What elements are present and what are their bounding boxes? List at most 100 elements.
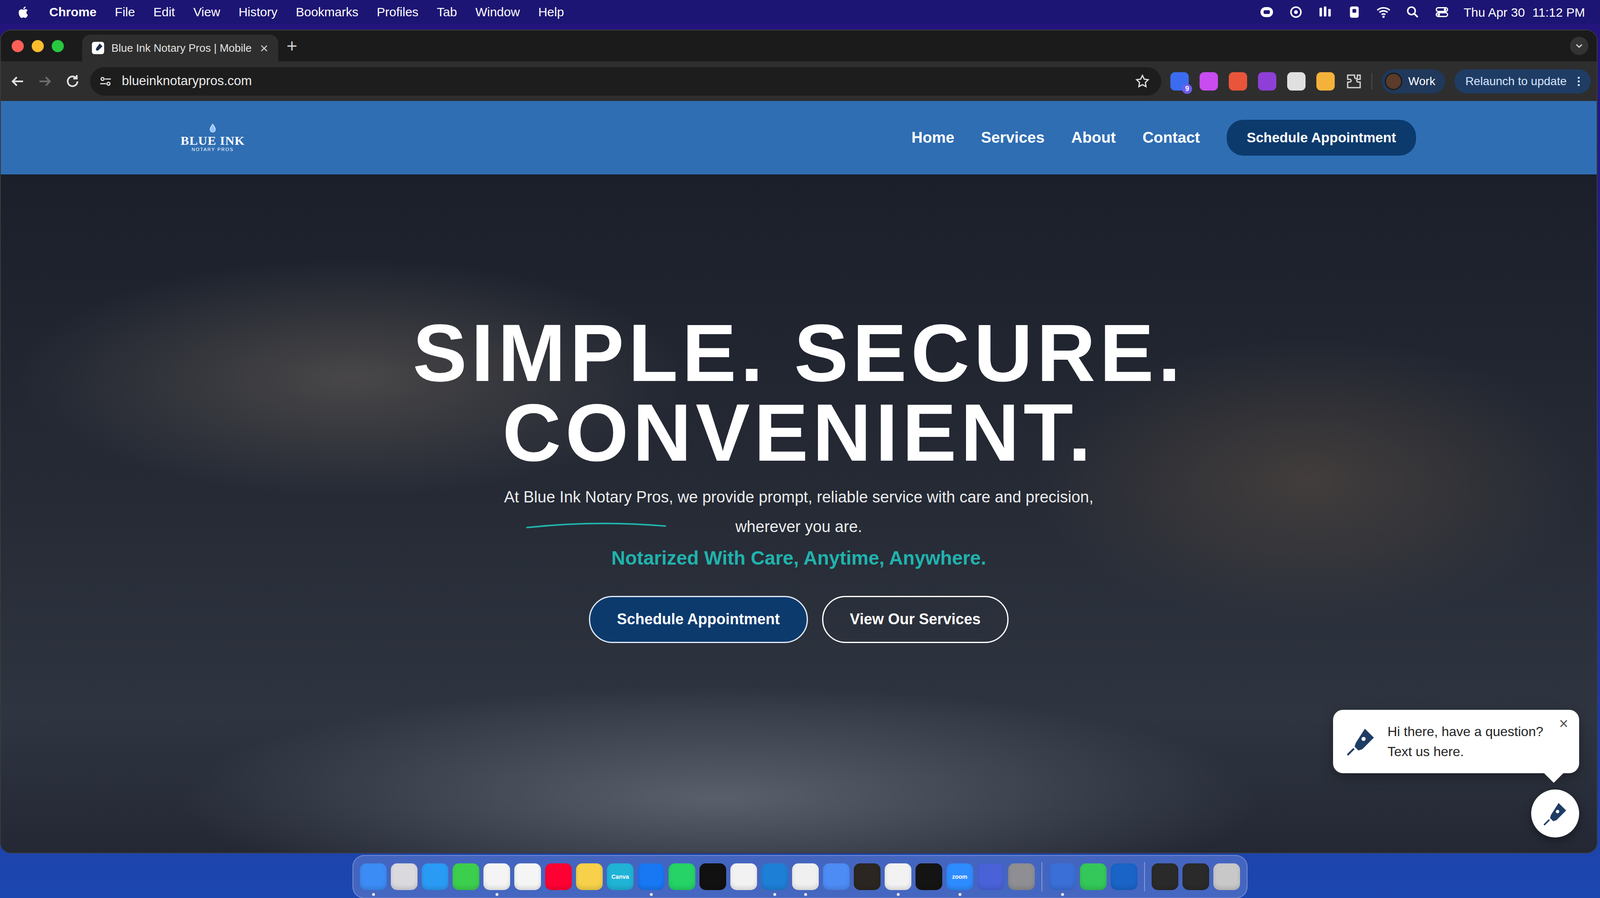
- dock-item: [1182, 854, 1210, 898]
- dock-app-icon[interactable]: Canva: [606, 862, 634, 890]
- more-icon[interactable]: [1572, 75, 1585, 88]
- dock-app-icon[interactable]: zoom: [946, 862, 974, 890]
- dock-app-icon[interactable]: [637, 862, 665, 890]
- minimize-window-button[interactable]: [31, 40, 44, 53]
- search-icon-part-part: [1407, 7, 1416, 15]
- dock-app-icon[interactable]: [483, 862, 511, 890]
- control-center-icon[interactable]: [1434, 4, 1450, 20]
- bookmark-star-icon[interactable]: [1134, 73, 1151, 90]
- navbar-inner: BLUE INKNOTARY PROS Home Services About Cont…: [181, 100, 1417, 175]
- menu-item[interactable]: History: [238, 5, 278, 19]
- chat-close-button[interactable]: ×: [1559, 715, 1569, 732]
- menu-item[interactable]: Window: [475, 5, 521, 19]
- menu-item[interactable]: View: [193, 5, 220, 19]
- brand-text: Blue Ink Notary Pros: [523, 488, 669, 506]
- more-icon-part-part: [1577, 76, 1580, 79]
- back-icon[interactable]: [9, 72, 26, 90]
- dock-app-icon[interactable]: [977, 862, 1004, 890]
- tab-title: Blue Ink Notary Pros | Mobile: [111, 40, 252, 57]
- reload-icon[interactable]: [64, 72, 81, 90]
- dock-app-icon[interactable]: [421, 862, 449, 890]
- dock-app-icon[interactable]: [390, 862, 418, 890]
- zoom-status-icon-part-part: [1263, 10, 1271, 15]
- dock-app-icon[interactable]: [853, 862, 881, 890]
- dock-app-icon[interactable]: [1182, 862, 1210, 890]
- dock-item: [699, 854, 727, 898]
- dock-item: [853, 854, 881, 898]
- control-center-icon-part: [1434, 4, 1450, 20]
- dock-app-icon[interactable]: [514, 862, 541, 890]
- nav-link[interactable]: Home: [911, 125, 955, 150]
- nav-link[interactable]: Contact: [1142, 125, 1200, 150]
- dock-app-icon[interactable]: [545, 862, 572, 890]
- relaunch-button[interactable]: Relaunch to update: [1454, 69, 1591, 94]
- dock-app-icon[interactable]: [576, 862, 603, 890]
- close-window-button[interactable]: [11, 40, 24, 53]
- app-status-icon-part-part: [1319, 7, 1323, 17]
- dock-app-icon[interactable]: [668, 862, 696, 890]
- site-logo[interactable]: BLUE INKNOTARY PROS: [181, 123, 245, 153]
- dock-item: [761, 854, 788, 898]
- schedule-appointment-button[interactable]: Schedule Appointment: [588, 595, 808, 643]
- address-bar[interactable]: blueinknotarypros.com: [90, 67, 1162, 96]
- clock[interactable]: Thu Apr 3011:12 PM: [1463, 2, 1585, 22]
- extension-icon[interactable]: [1316, 72, 1335, 91]
- app-status-icon[interactable]: [1317, 4, 1333, 20]
- dock-app-icon[interactable]: [792, 862, 819, 890]
- browser-tab[interactable]: Blue Ink Notary Pros | Mobile ×: [82, 34, 279, 62]
- profile-button[interactable]: Work: [1381, 69, 1446, 94]
- nav-link[interactable]: Services: [981, 125, 1045, 150]
- dock-app-icon[interactable]: [730, 862, 758, 890]
- chat-pen-icon[interactable]: [1531, 789, 1580, 838]
- dock-separator: [1144, 861, 1145, 891]
- schedule-button[interactable]: Schedule Appointment: [1226, 119, 1417, 156]
- ink-drop-icon-part: [207, 123, 219, 134]
- dock-app-icon[interactable]: [1110, 862, 1138, 890]
- nav-link[interactable]: About: [1071, 125, 1116, 150]
- search-icon[interactable]: [1405, 4, 1421, 20]
- extension-icon[interactable]: [1287, 72, 1306, 91]
- new-tab-button[interactable]: +: [286, 36, 298, 56]
- chatgpt-status-icon[interactable]: [1288, 4, 1304, 20]
- wifi-icon[interactable]: [1376, 4, 1392, 20]
- app-menu[interactable]: Chrome: [49, 5, 97, 19]
- dock-app-icon[interactable]: [1008, 862, 1035, 890]
- dock-app-label: zoom: [952, 872, 968, 881]
- dock-app-icon[interactable]: [1213, 862, 1241, 890]
- menu-item[interactable]: Bookmarks: [295, 5, 359, 19]
- extensions-puzzle-icon[interactable]: [1345, 72, 1363, 90]
- tab-search-icon[interactable]: [1569, 36, 1589, 56]
- menu-item[interactable]: Tab: [436, 5, 457, 19]
- zoom-window-button[interactable]: [51, 40, 64, 53]
- menu-item[interactable]: Help: [538, 5, 564, 19]
- menu-item[interactable]: Edit: [153, 5, 176, 19]
- ink-drop-icon: [207, 123, 219, 134]
- dock-app-icon[interactable]: [1151, 862, 1179, 890]
- chatgpt-status-icon-part-part: [1294, 10, 1299, 15]
- dock-app-icon[interactable]: [452, 862, 480, 890]
- apple-icon[interactable]: [16, 5, 31, 20]
- extension-icon[interactable]: 9: [1170, 72, 1189, 91]
- clipboard-status-icon[interactable]: [1346, 4, 1362, 20]
- extension-icon[interactable]: [1199, 72, 1218, 91]
- tab-close-button[interactable]: ×: [258, 40, 270, 56]
- clipboard-status-icon-part: [1346, 4, 1362, 20]
- dock-app-icon[interactable]: [915, 862, 943, 890]
- view-services-button[interactable]: View Our Services: [822, 595, 1009, 643]
- dock-app-icon[interactable]: [1049, 862, 1076, 890]
- dock-app-icon[interactable]: [761, 862, 788, 890]
- menu-item[interactable]: Profiles: [376, 5, 419, 19]
- extension-icon[interactable]: [1257, 72, 1277, 91]
- dock-app-label: Canva: [611, 872, 629, 881]
- reload-icon-part: [64, 72, 81, 90]
- running-indicator: [773, 892, 777, 896]
- menu-item[interactable]: File: [114, 5, 135, 19]
- dock-app-icon[interactable]: [699, 862, 727, 890]
- dock-app-icon[interactable]: [1079, 862, 1107, 890]
- extension-icon[interactable]: [1228, 72, 1248, 91]
- zoom-status-icon[interactable]: [1259, 4, 1275, 20]
- dock-app-icon[interactable]: [359, 862, 387, 890]
- dock-app-icon[interactable]: [884, 862, 912, 890]
- dock-app-icon[interactable]: [822, 862, 850, 890]
- site-info-icon[interactable]: [98, 74, 113, 89]
